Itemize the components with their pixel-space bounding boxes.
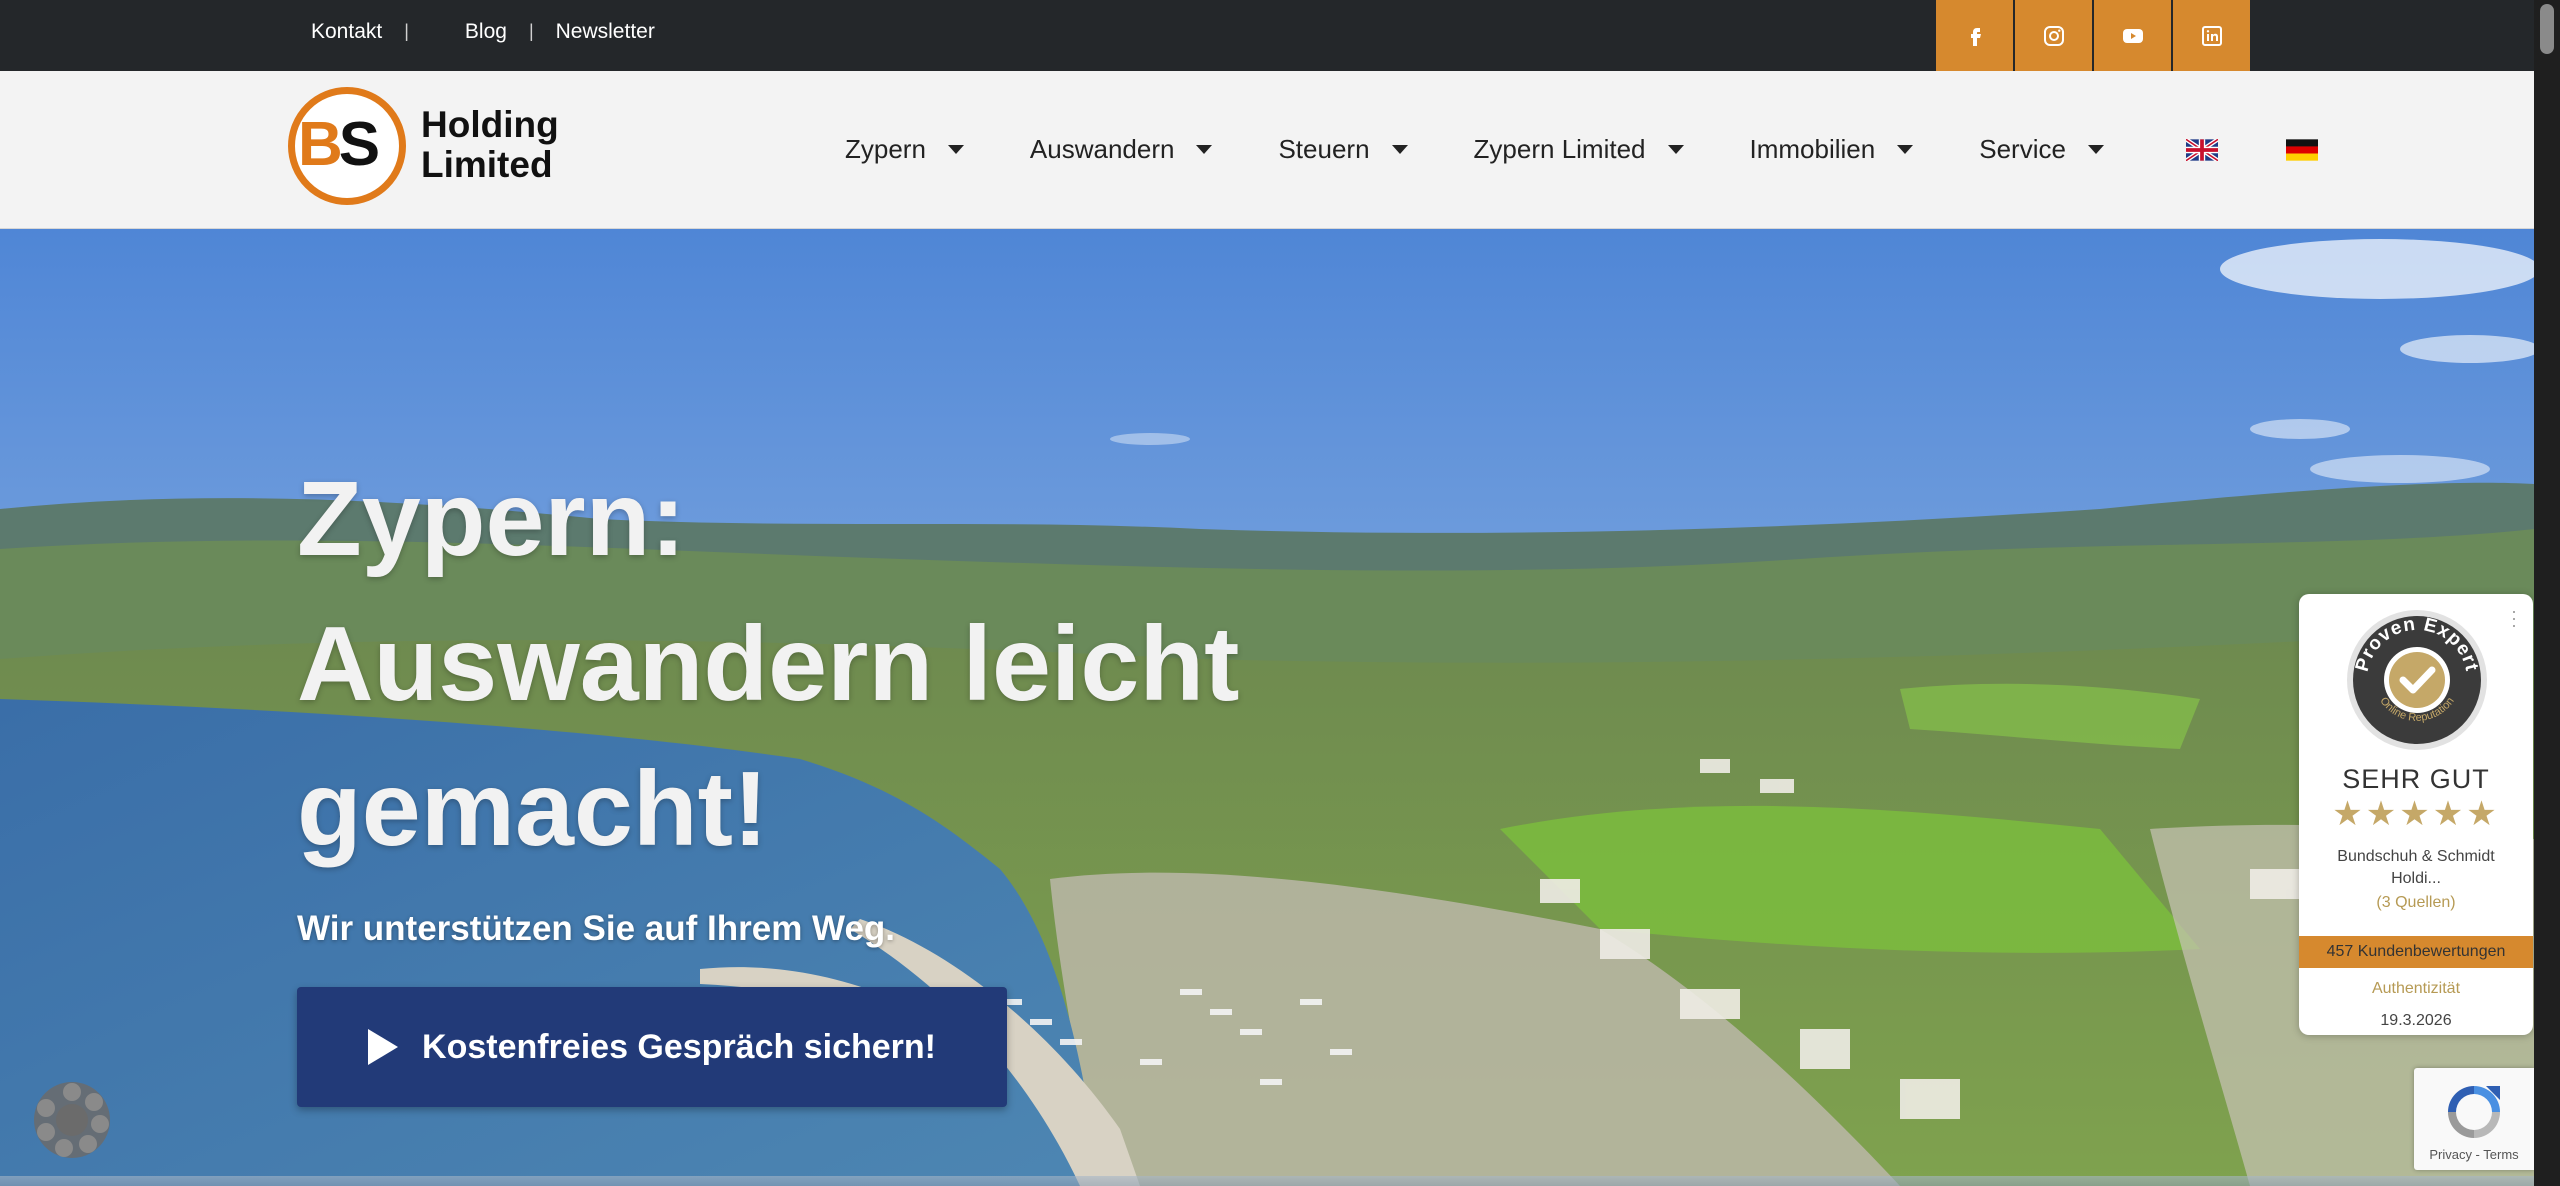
facebook-icon xyxy=(1970,27,1981,46)
nav-item-auswandern[interactable]: Auswandern xyxy=(1030,134,1213,165)
rating-label: SEHR GUT xyxy=(2342,764,2490,794)
social-links xyxy=(1936,0,2252,71)
recaptcha-badge[interactable]: Privacy - Terms xyxy=(2414,1068,2534,1170)
nav-item-immobilien[interactable]: Immobilien xyxy=(1750,134,1914,165)
linkedin-button[interactable] xyxy=(2173,0,2250,71)
hero-section: Zypern: Auswandern leicht gemacht! Wir u… xyxy=(0,229,2534,1186)
facebook-button[interactable] xyxy=(1936,0,2013,71)
caret-down-icon xyxy=(1196,145,1213,154)
nav-label: Zypern Limited xyxy=(1473,134,1646,164)
cta-label: Kostenfreies Gespräch sichern! xyxy=(422,1027,936,1066)
privacy-terms-link[interactable]: Privacy - Terms xyxy=(2414,1147,2534,1162)
nav-label: Service xyxy=(1979,134,2066,164)
top-links: Kontakt | Blog | Newsletter xyxy=(311,0,655,63)
sources-count: (3 Quellen) xyxy=(2376,894,2456,911)
separator: | xyxy=(404,21,409,41)
caret-down-icon xyxy=(2087,145,2104,154)
caret-down-icon xyxy=(1391,145,1408,154)
free-consultation-button[interactable]: Kostenfreies Gespräch sichern! xyxy=(297,987,1007,1107)
logo-wordmark: Holding Limited xyxy=(421,105,559,185)
rating-stars-icon: ★★★★★ xyxy=(2332,795,2500,833)
nav-label: Steuern xyxy=(1278,134,1370,164)
hero-bottom-edge xyxy=(0,1176,2534,1186)
logo-line-1: Holding xyxy=(421,104,559,145)
youtube-button[interactable] xyxy=(2094,0,2171,71)
main-nav: Zypern Auswandern Steuern Zypern Limited… xyxy=(845,71,2386,228)
top-bar: Kontakt | Blog | Newsletter xyxy=(0,0,2534,71)
review-count-badge: 457 Kundenbewertungen xyxy=(2299,936,2533,968)
provenexpert-widget[interactable]: · · · Proven Expert Online Reputation SEHR… xyxy=(2299,594,2533,1035)
play-icon xyxy=(368,1029,399,1065)
page-scrollbar[interactable] xyxy=(2534,0,2560,1186)
recaptcha-icon xyxy=(2448,1086,2500,1138)
hero-headline-line: Zypern: xyxy=(297,460,686,578)
linkedin-icon xyxy=(2201,25,2222,46)
company-logo[interactable]: BS Holding Limited xyxy=(288,83,588,213)
company-name: Bundschuh & Schmidt Holdi... xyxy=(2337,848,2495,887)
rating-date: 19.3.2026 xyxy=(2380,1012,2452,1029)
nav-item-steuern[interactable]: Steuern xyxy=(1278,134,1408,165)
scrollbar-thumb[interactable] xyxy=(2540,4,2554,54)
german-flag-icon[interactable] xyxy=(2285,138,2318,161)
provenexpert-seal-icon: Proven Expert Online Reputation xyxy=(2347,610,2487,750)
caret-down-icon xyxy=(1897,145,1914,154)
newsletter-link[interactable]: Newsletter xyxy=(556,20,655,44)
caret-down-icon xyxy=(947,145,964,154)
nav-item-zypern-limited[interactable]: Zypern Limited xyxy=(1474,134,1684,165)
nav-label: Zypern xyxy=(845,134,926,164)
english-flag-icon[interactable] xyxy=(2185,138,2218,161)
caret-down-icon xyxy=(1667,145,1684,154)
instagram-button[interactable] xyxy=(2015,0,2092,71)
more-options-icon[interactable]: · · · xyxy=(2511,602,2517,634)
logo-mark: BS xyxy=(298,110,380,179)
authenticity-label: Authentizität xyxy=(2371,980,2461,997)
site-header: BS Holding Limited Zypern Auswandern Ste… xyxy=(0,71,2534,229)
instagram-icon xyxy=(2043,25,2064,46)
nav-item-zypern[interactable]: Zypern xyxy=(845,134,964,165)
cookie-settings-icon[interactable] xyxy=(30,1078,114,1162)
nav-label: Auswandern xyxy=(1029,134,1175,164)
blog-link[interactable]: Blog xyxy=(465,20,507,44)
nav-item-service[interactable]: Service xyxy=(1979,134,2104,165)
kontakt-link[interactable]: Kontakt xyxy=(311,20,382,44)
hero-headline-line: gemacht! xyxy=(297,750,769,868)
youtube-icon xyxy=(2122,28,2143,43)
nav-label: Immobilien xyxy=(1749,134,1876,164)
separator: | xyxy=(528,21,534,41)
logo-line-2: Limited xyxy=(421,144,553,185)
hero-subtitle: Wir unterstützen Sie auf Ihrem Weg. xyxy=(297,909,896,948)
hero-headline: Zypern: Auswandern leicht gemacht! xyxy=(297,447,1239,882)
hero-headline-line: Auswandern leicht xyxy=(297,605,1240,723)
